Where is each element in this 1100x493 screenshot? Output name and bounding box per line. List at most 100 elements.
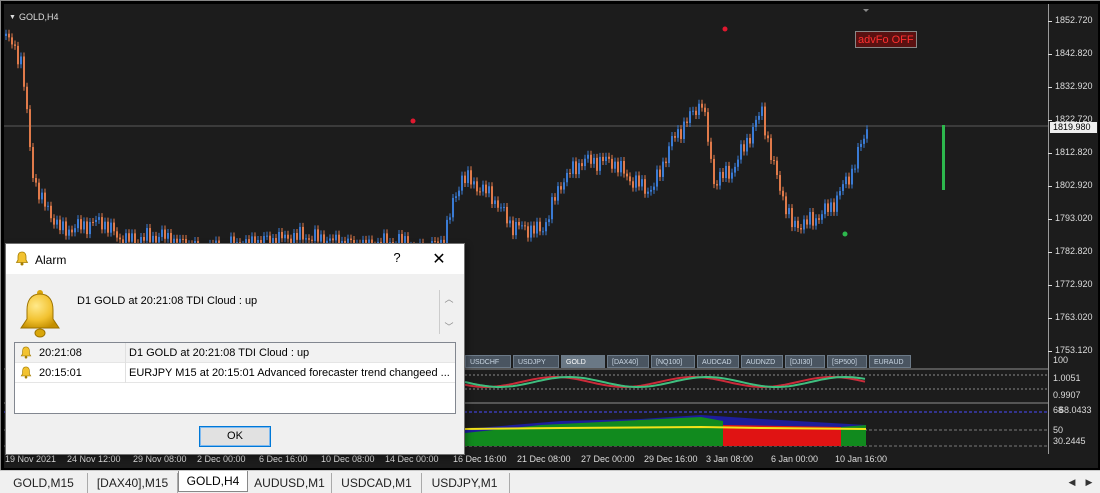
candle-body [611, 158, 613, 169]
ok-button[interactable]: OK [199, 426, 271, 447]
date-tick-label: 14 Dec 00:00 [385, 454, 439, 464]
candle-body [14, 44, 16, 46]
candle-body [587, 154, 589, 159]
scroll-down-icon[interactable]: ﹀ [444, 320, 454, 333]
symbol-button-euraud[interactable]: EURAUD [869, 355, 911, 368]
chart-tab[interactable]: AUDUSD,M1 [248, 473, 332, 493]
candle-body [503, 206, 505, 208]
candle-body [38, 182, 40, 200]
candle-body [98, 217, 100, 220]
candle-body [314, 229, 316, 241]
candle-body [149, 228, 151, 243]
candle-body [542, 231, 544, 233]
candle-body [821, 214, 823, 220]
candle-body [479, 191, 481, 193]
indicator1-line-red [464, 375, 866, 389]
candle-body [83, 221, 85, 230]
candle-body [119, 237, 121, 240]
date-tick-label: 16 Dec 16:00 [453, 454, 507, 464]
symbol-button-usdchf[interactable]: USDCHF [465, 355, 511, 368]
candle-body [776, 160, 778, 176]
symbol-button-nq100[interactable]: [NQ100] [651, 355, 695, 368]
candle-body [710, 141, 712, 159]
price-tick-label: 1753.120 [1055, 345, 1093, 355]
candle-body [812, 212, 814, 226]
candle-body [860, 143, 862, 147]
chart-tab[interactable]: GOLD,H4 [178, 471, 248, 492]
alarm-row[interactable]: 20:21:08 D1 GOLD at 20:21:08 TDI Cloud : … [15, 343, 455, 363]
date-tick-label: 21 Dec 08:00 [517, 454, 571, 464]
chart-tab[interactable]: USDJPY,M1 [420, 473, 510, 493]
indicator2-tick-label: 50 [1053, 425, 1064, 435]
symbol-button-usdjpy[interactable]: USDJPY [513, 355, 559, 368]
candle-body [686, 121, 688, 123]
candle-body [596, 157, 598, 171]
candle-body [668, 146, 670, 164]
symbol-button-dax40[interactable]: [DAX40] [607, 355, 649, 368]
candle-body [698, 103, 700, 115]
candle-body [803, 219, 805, 230]
alarm-message: D1 GOLD at 20:21:08 TDI Cloud : up [77, 295, 258, 307]
symbol-button-gold[interactable]: GOLD [561, 355, 605, 368]
candle-body [74, 228, 76, 233]
price-axis[interactable] [1048, 4, 1098, 454]
terminal-window: ▼ GOLD,H4 1852.720 1842.820 1832.920 1822.7… [0, 0, 1100, 493]
price-tick-mark [1048, 120, 1052, 121]
candle-body [467, 170, 469, 184]
chart-tab[interactable]: [DAX40],M15 [88, 473, 178, 493]
candle-body [512, 220, 514, 236]
candle-body [650, 189, 652, 192]
price-tick-label: 1842.820 [1055, 48, 1093, 58]
tab-scroll-right-icon[interactable]: ▶ [1082, 475, 1096, 489]
collapse-triangle-icon[interactable]: ▼ [9, 14, 16, 21]
symbol-button-audcad[interactable]: AUDCAD [697, 355, 739, 368]
tab-scroll-left-icon[interactable]: ◀ [1065, 475, 1079, 489]
symbol-button-sp500[interactable]: [SP500] [827, 355, 867, 368]
candle-body [701, 103, 703, 108]
candle-body [104, 221, 106, 230]
alarm-row[interactable]: 20:15:01 EURJPY M15 at 20:15:01 Advanced … [15, 363, 455, 383]
alarm-history-list[interactable]: 20:21:08 D1 GOLD at 20:21:08 TDI Cloud : … [14, 342, 456, 414]
candle-body [755, 119, 757, 127]
candle-body [509, 220, 511, 224]
candle-body [722, 171, 724, 179]
candle-body [557, 186, 559, 201]
candle-body [455, 196, 457, 198]
candle-body [653, 186, 655, 190]
candle-body [308, 238, 310, 240]
message-scrollbar[interactable]: ︿ ﹀ [439, 290, 457, 334]
candle-body [677, 129, 679, 138]
candle-body [143, 236, 145, 241]
candle-body [764, 106, 766, 136]
symbol-button-audnzd[interactable]: AUDNZD [741, 355, 783, 368]
candle-body [659, 169, 661, 177]
candle-body [851, 168, 853, 185]
help-button[interactable]: ? [390, 250, 404, 265]
candle-body [167, 232, 169, 239]
price-tick-label: 1802.920 [1055, 180, 1093, 190]
candle-body [476, 181, 478, 192]
candle-body [116, 231, 118, 238]
dialog-title-bar[interactable]: Alarm ? ✕ [6, 244, 464, 274]
candle-body [830, 202, 832, 212]
candle-body [11, 37, 13, 45]
candle-body [866, 129, 868, 139]
candle-body [713, 158, 715, 185]
chart-symbol-label: ▼ GOLD,H4 [9, 12, 59, 22]
candle-body [656, 169, 658, 187]
chart-tab[interactable]: GOLD,M15 [0, 473, 88, 493]
chart-tab[interactable]: USDCAD,M1 [332, 473, 422, 493]
candle-body [695, 110, 697, 115]
candle-body [317, 229, 319, 242]
candle-body [716, 184, 718, 186]
symbol-switch-bar: USDCHF USDJPY GOLD [DAX40] [NQ100] AUDCAD AUDN… [465, 355, 911, 368]
symbol-button-dji30[interactable]: [DJI30] [785, 355, 825, 368]
alarm-dialog: Alarm ? ✕ D1 GOLD at 20:21:08 TDI Cloud … [5, 243, 465, 455]
advfo-toggle-button[interactable]: advFo OFF [855, 31, 917, 48]
candle-body [767, 135, 769, 139]
price-tick-label: 1772.920 [1055, 279, 1093, 289]
close-button[interactable]: ✕ [431, 249, 447, 269]
scroll-up-icon[interactable]: ︿ [444, 292, 454, 305]
candle-body [554, 197, 556, 201]
candle-body [164, 229, 166, 239]
